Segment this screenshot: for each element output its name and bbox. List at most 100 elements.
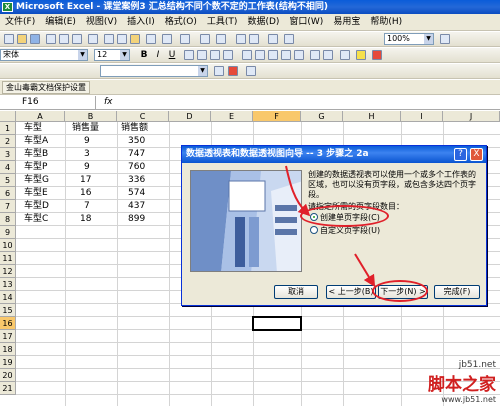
cell-c1[interactable]: 销售额 [121,122,148,135]
cell-b4[interactable]: 9 [84,161,90,174]
menu-file[interactable]: 文件(F) [0,14,40,30]
finish-button[interactable]: 完成(F) [434,285,480,299]
font-color-icon[interactable] [372,50,382,60]
permission-icon[interactable] [46,34,56,44]
cell-c3[interactable]: 747 [128,148,145,161]
cell-c7[interactable]: 437 [128,200,145,213]
zoom-select[interactable]: 100% ▼ [384,33,434,45]
cell-c8[interactable]: 899 [128,213,145,226]
fx-icon[interactable]: fx [104,96,113,109]
cell-a1[interactable]: 车型 [24,122,42,135]
column-header-g[interactable]: G [301,111,343,122]
kingsoft-protect-button[interactable]: 金山毒霸文档保护设置 [2,81,90,94]
align-right-icon[interactable] [210,50,220,60]
cell-b3[interactable]: 3 [84,148,90,161]
row-header-21[interactable]: 21 [0,382,16,395]
redo-icon[interactable] [180,34,190,44]
dialog-help-button[interactable]: ? [454,148,467,161]
dialog-close-button[interactable]: X [470,148,483,161]
row-header-15[interactable]: 15 [0,304,16,317]
column-header-e[interactable]: E [211,111,253,122]
menu-window[interactable]: 窗口(W) [284,14,328,30]
help-icon[interactable] [440,34,450,44]
menu-format[interactable]: 格式(O) [160,14,202,30]
select-all-corner[interactable] [0,111,16,122]
row-header-1[interactable]: 1 [0,122,16,135]
style-select[interactable]: ▼ [100,65,208,77]
row-header-7[interactable]: 7 [0,200,16,213]
row-header-4[interactable]: 4 [0,161,16,174]
style-icon[interactable] [246,66,256,76]
menu-view[interactable]: 视图(V) [81,14,122,30]
cut-icon[interactable] [104,34,114,44]
cell-a2[interactable]: 车型A [24,135,48,148]
sort-desc-icon[interactable] [249,34,259,44]
open-icon[interactable] [17,34,27,44]
cell-b2[interactable]: 9 [84,135,90,148]
row-header-8[interactable]: 8 [0,213,16,226]
column-header-a[interactable]: A [16,111,65,122]
menu-edit[interactable]: 编辑(E) [40,14,81,30]
cell-c2[interactable]: 350 [128,135,145,148]
drawing-icon[interactable] [284,34,294,44]
row-header-2[interactable]: 2 [0,135,16,148]
format-painter-icon[interactable] [146,34,156,44]
row-header-10[interactable]: 10 [0,239,16,252]
align-left-icon[interactable] [184,50,194,60]
chart-wizard-icon[interactable] [268,34,278,44]
increase-indent-icon[interactable] [323,50,333,60]
font-size-select[interactable]: 12 ▼ [94,49,130,61]
menu-data[interactable]: 数据(D) [242,14,284,30]
menu-yiyongbao[interactable]: 易用宝 [328,14,365,30]
row-header-19[interactable]: 19 [0,356,16,369]
save-icon[interactable] [30,34,40,44]
hyperlink-icon[interactable] [200,34,210,44]
column-header-h[interactable]: H [343,111,401,122]
cell-b1[interactable]: 销售量 [72,122,99,135]
print-preview-icon[interactable] [72,34,82,44]
borders-icon[interactable] [340,50,350,60]
cell-b5[interactable]: 17 [80,174,91,187]
menu-tools[interactable]: 工具(T) [202,14,243,30]
autosum-icon[interactable] [216,34,226,44]
row-header-9[interactable]: 9 [0,226,16,239]
row-header-16[interactable]: 16 [0,317,16,330]
column-header-j[interactable]: J [443,111,500,122]
percent-icon[interactable] [255,50,265,60]
row-header-13[interactable]: 13 [0,278,16,291]
undo-icon[interactable] [162,34,172,44]
print-icon[interactable] [59,34,69,44]
cell-a6[interactable]: 车型E [24,187,48,200]
italic-button[interactable]: I [152,49,164,61]
active-cell-f16[interactable] [252,316,302,331]
cell-b8[interactable]: 18 [80,213,91,226]
row-header-12[interactable]: 12 [0,265,16,278]
paste-icon[interactable] [130,34,140,44]
decrease-decimal-icon[interactable] [294,50,304,60]
comma-style-icon[interactable] [268,50,278,60]
spelling-icon[interactable] [88,34,98,44]
fill-color-icon[interactable] [356,50,366,60]
menu-help[interactable]: 帮助(H) [365,14,407,30]
cell-a3[interactable]: 车型B [24,148,48,161]
bold-button[interactable]: B [138,49,150,61]
column-header-d[interactable]: D [169,111,211,122]
cell-a7[interactable]: 车型D [24,200,49,213]
column-header-c[interactable]: C [117,111,169,122]
cell-c4[interactable]: 760 [128,161,145,174]
cell-b7[interactable]: 7 [84,200,90,213]
column-header-i[interactable]: I [401,111,443,122]
row-header-6[interactable]: 6 [0,187,16,200]
row-header-18[interactable]: 18 [0,343,16,356]
align-center-icon[interactable] [197,50,207,60]
cell-a8[interactable]: 车型C [24,213,48,226]
cell-a4[interactable]: 车型P [24,161,47,174]
new-icon[interactable] [4,34,14,44]
cancel-button[interactable]: 取消 [274,285,318,299]
currency-icon[interactable] [242,50,252,60]
row-header-14[interactable]: 14 [0,291,16,304]
increase-decimal-icon[interactable] [281,50,291,60]
row-header-17[interactable]: 17 [0,330,16,343]
font-name-select[interactable]: 宋体 ▼ [0,49,88,61]
row-header-5[interactable]: 5 [0,174,16,187]
